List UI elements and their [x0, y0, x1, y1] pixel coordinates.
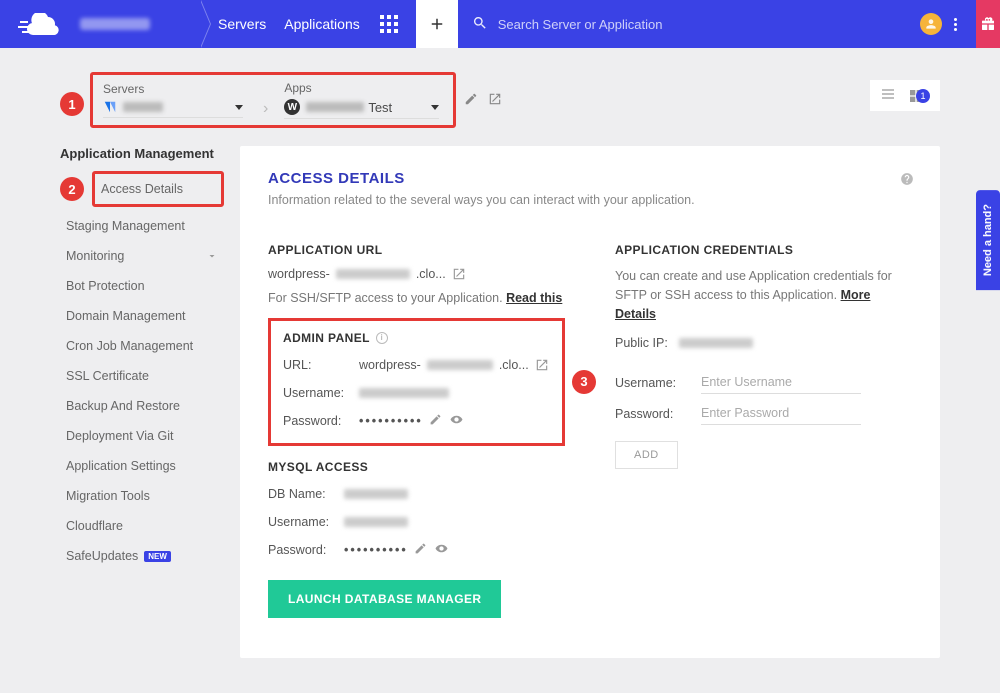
server-selector[interactable]	[103, 100, 243, 118]
edit-icon[interactable]	[414, 542, 427, 558]
mysql-pass-row: Password:••••••••••	[268, 540, 565, 560]
launch-db-manager-button[interactable]: LAUNCH DATABASE MANAGER	[268, 580, 501, 618]
annotation-badge-3: 3	[572, 370, 596, 394]
search-input[interactable]	[498, 17, 920, 32]
grid-menu-icon[interactable]	[380, 15, 398, 33]
search-icon	[472, 15, 488, 34]
sidebar-item-access-details[interactable]: Access Details	[95, 174, 221, 204]
sidebar: Application Management 2 Access Details …	[60, 146, 224, 571]
mysql-db-row: DB Name:	[268, 484, 565, 504]
username-input[interactable]	[701, 371, 861, 394]
breadcrumb-apps-label: Apps	[284, 81, 439, 95]
credentials-title: APPLICATION CREDENTIALS	[615, 243, 912, 257]
breadcrumb-servers: Servers	[103, 82, 243, 118]
sidebar-item-git[interactable]: Deployment Via Git	[60, 421, 224, 451]
annotation-badge-2: 2	[60, 177, 84, 201]
more-menu-icon[interactable]	[948, 18, 962, 31]
app-selector[interactable]: W Test	[284, 99, 439, 119]
sidebar-item-backup[interactable]: Backup And Restore	[60, 391, 224, 421]
view-count-badge: 1	[916, 89, 930, 103]
edit-icon[interactable]	[429, 413, 442, 429]
breadcrumb-actions	[464, 92, 502, 109]
sidebar-item-settings[interactable]: Application Settings	[60, 451, 224, 481]
list-view-icon[interactable]	[880, 86, 896, 105]
app-url-title: APPLICATION URL	[268, 243, 565, 257]
cred-password-row: Password:	[615, 402, 912, 425]
external-link-icon[interactable]	[452, 267, 466, 281]
breadcrumb-highlight: Servers › Apps W Test	[90, 72, 456, 128]
public-ip-row: Public IP:	[615, 333, 912, 353]
sidebar-item-monitoring[interactable]: Monitoring	[60, 241, 224, 271]
nav-links: Servers Applications	[200, 0, 416, 48]
read-this-link[interactable]: Read this	[506, 291, 562, 305]
add-credential-button[interactable]: ADD	[615, 441, 678, 469]
server-name-redacted	[123, 102, 163, 112]
breadcrumb-separator: ›	[263, 100, 268, 118]
content-panel: ACCESS DETAILS Information related to th…	[240, 146, 940, 658]
admin-password-row: Password: ••••••••••	[283, 411, 550, 431]
chevron-down-icon	[206, 250, 218, 262]
view-toggle: 1	[870, 80, 940, 111]
sidebar-item-safeupdates[interactable]: SafeUpdatesNEW	[60, 541, 224, 571]
mysql-user-row: Username:	[268, 512, 565, 532]
account-name-redacted	[80, 18, 150, 30]
mysql-title: MYSQL ACCESS	[268, 460, 565, 474]
wordpress-icon: W	[284, 99, 300, 115]
annotation-badge-1: 1	[60, 92, 84, 116]
admin-username-row: Username:	[283, 383, 550, 403]
panel-title: ACCESS DETAILS	[268, 170, 912, 187]
add-button[interactable]	[416, 0, 458, 48]
app-name-redacted	[306, 102, 364, 112]
chevron-down-icon	[235, 105, 243, 110]
search-area	[458, 13, 976, 35]
external-link-icon[interactable]	[488, 92, 502, 109]
breadcrumb-servers-label: Servers	[103, 82, 243, 96]
app-url-value: wordpress-.clo...	[268, 267, 565, 281]
cred-username-row: Username:	[615, 371, 912, 394]
breadcrumb-row: 1 Servers › Apps W Test 1	[0, 48, 1000, 134]
help-tab[interactable]: Need a hand?	[976, 190, 1000, 290]
provider-icon	[103, 100, 117, 114]
cloud-logo-icon[interactable]	[18, 13, 60, 35]
admin-url-row: URL: wordpress-.clo...	[283, 355, 550, 375]
grid-view-icon[interactable]: 1	[908, 88, 930, 104]
sidebar-item-cron[interactable]: Cron Job Management	[60, 331, 224, 361]
breadcrumb-apps: Apps W Test	[284, 81, 439, 119]
sidebar-item-bot[interactable]: Bot Protection	[60, 271, 224, 301]
sidebar-item-migration[interactable]: Migration Tools	[60, 481, 224, 511]
admin-panel-highlight: 3 ADMIN PANELi URL: wordpress-.clo... Us…	[268, 318, 565, 446]
ssh-note: For SSH/SFTP access to your Application.…	[268, 289, 565, 308]
nav-applications[interactable]: Applications	[284, 16, 360, 32]
external-link-icon[interactable]	[535, 358, 549, 372]
eye-icon[interactable]	[435, 542, 448, 558]
app-name-suffix: Test	[368, 100, 392, 115]
nav-servers[interactable]: Servers	[218, 16, 266, 32]
eye-icon[interactable]	[450, 413, 463, 429]
avatar[interactable]	[920, 13, 942, 35]
logo-area	[0, 0, 200, 48]
sidebar-item-cloudflare[interactable]: Cloudflare	[60, 511, 224, 541]
sidebar-item-staging[interactable]: Staging Management	[60, 211, 224, 241]
password-input[interactable]	[701, 402, 861, 425]
sidebar-item-domain[interactable]: Domain Management	[60, 301, 224, 331]
sidebar-title: Application Management	[60, 146, 224, 161]
new-badge: NEW	[144, 551, 171, 562]
right-column: APPLICATION CREDENTIALS You can create a…	[615, 243, 912, 618]
gift-icon[interactable]	[976, 0, 1000, 48]
edit-icon[interactable]	[464, 92, 478, 109]
admin-panel-title: ADMIN PANELi	[283, 331, 550, 345]
info-icon[interactable]: i	[376, 332, 388, 344]
credentials-desc: You can create and use Application crede…	[615, 267, 912, 323]
left-column: APPLICATION URL wordpress-.clo... For SS…	[268, 243, 565, 618]
sidebar-item-ssl[interactable]: SSL Certificate	[60, 361, 224, 391]
chevron-down-icon	[431, 105, 439, 110]
top-nav: Servers Applications	[0, 0, 1000, 48]
panel-subtitle: Information related to the several ways …	[268, 193, 912, 207]
main-area: Application Management 2 Access Details …	[0, 134, 1000, 678]
help-icon[interactable]	[900, 172, 914, 186]
